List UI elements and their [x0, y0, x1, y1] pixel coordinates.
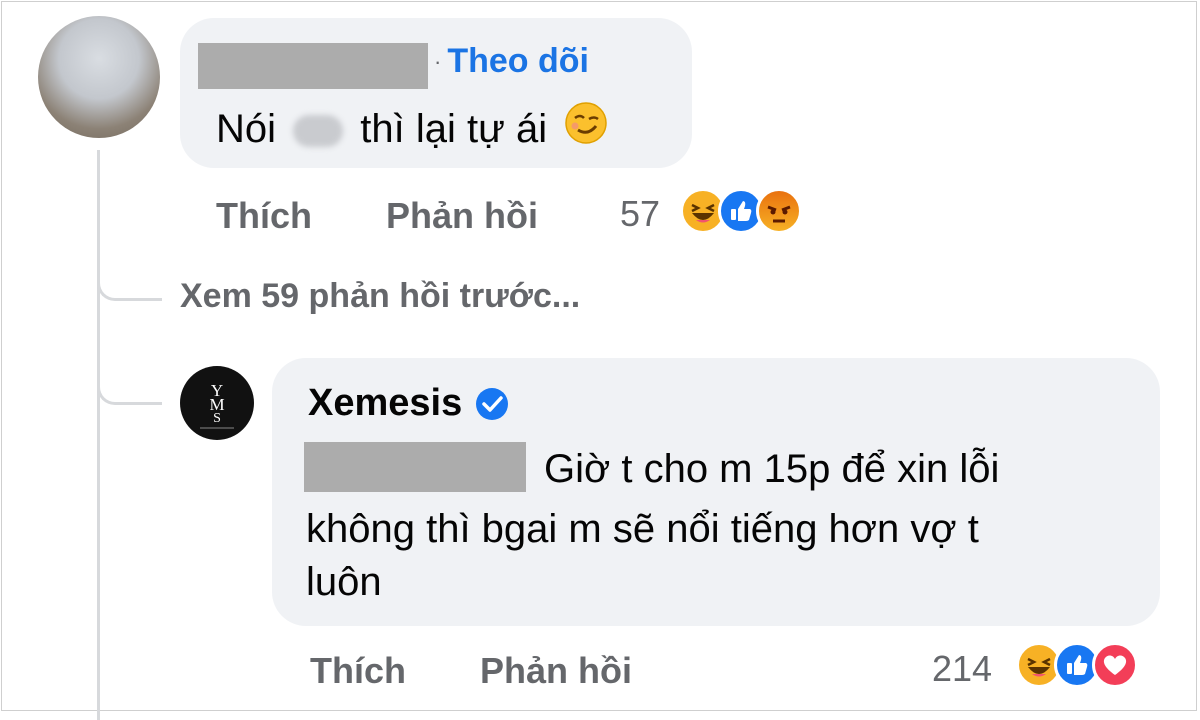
reply-reply-button[interactable]: Phản hồi: [480, 650, 632, 692]
commenter-avatar[interactable]: [38, 16, 160, 138]
verified-badge-icon: [474, 386, 510, 422]
thread-branch-reply: [97, 350, 162, 405]
reply-like-button[interactable]: Thích: [310, 650, 406, 692]
smirk-emoji-icon: [564, 101, 608, 161]
blurred-word: [293, 115, 344, 148]
xemesis-avatar[interactable]: Y M S: [180, 366, 254, 440]
thread-branch-view-more: [97, 250, 162, 301]
reply-reaction-icons[interactable]: [1016, 642, 1138, 688]
reaction-icons[interactable]: [680, 188, 802, 234]
comment-text-start: Nói: [216, 107, 277, 151]
reply-button[interactable]: Phản hồi: [386, 195, 538, 237]
author-name[interactable]: Xemesis: [308, 382, 462, 425]
dot-separator: ·: [434, 48, 442, 74]
reaction-count[interactable]: 57: [620, 193, 660, 235]
reply-text-line1: Giờ t cho m 15p để xin lỗi: [544, 447, 1000, 491]
redacted-commenter-name: [198, 43, 428, 89]
follow-link[interactable]: Theo dõi: [447, 42, 589, 81]
comment-text: Nói thì lại tự ái: [216, 100, 608, 161]
thread-line: [97, 150, 100, 720]
reply-header: Xemesis: [308, 382, 510, 425]
reply-text-line3: luôn: [306, 560, 382, 604]
view-previous-replies-link[interactable]: Xem 59 phản hồi trước...: [180, 277, 580, 316]
xemesis-logo-icon: Y M S: [200, 381, 234, 429]
love-icon: [1092, 642, 1138, 688]
comment-header: · Theo dõi: [428, 42, 589, 81]
reply-reaction-count[interactable]: 214: [932, 648, 992, 690]
svg-text:S: S: [213, 411, 221, 426]
reply-text-line2: không thì bgai m sẽ nổi tiếng hơn vợ t: [306, 507, 979, 551]
redacted-mention: [304, 442, 526, 492]
angry-icon: [756, 188, 802, 234]
comment-text-end: thì lại tự ái: [360, 107, 548, 151]
like-button[interactable]: Thích: [216, 195, 312, 237]
